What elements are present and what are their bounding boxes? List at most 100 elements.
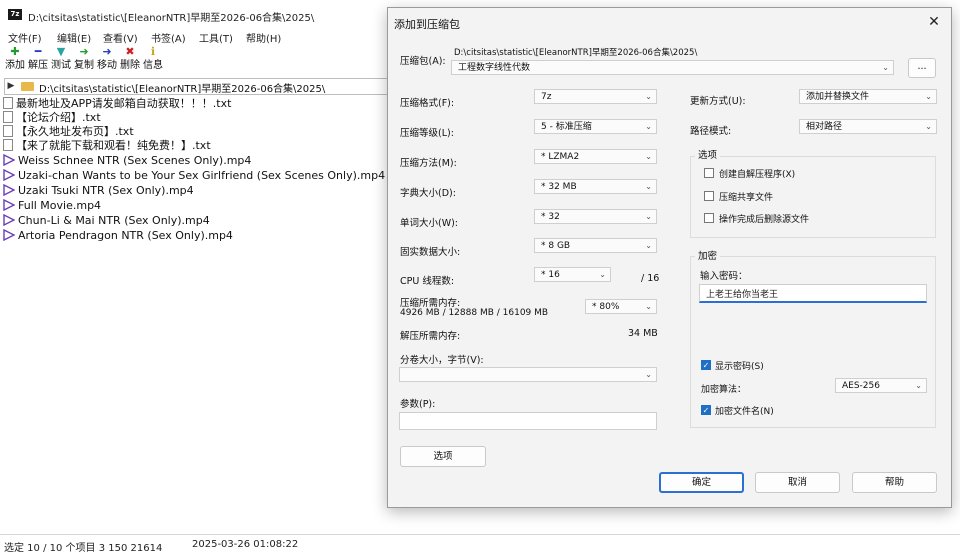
copy-label: 复制: [74, 60, 94, 71]
delete-x-icon: ✖: [125, 45, 135, 58]
list-item[interactable]: 【论坛介绍】.txt: [3, 110, 101, 125]
up-folder-icon[interactable]: ▶: [5, 79, 17, 94]
list-item[interactable]: 【来了就能下载和观看！纯免费！】.txt: [3, 138, 211, 153]
extract-label: 解压: [28, 60, 48, 71]
move-arrow-icon: ➜: [102, 45, 112, 58]
file-name: 【论坛介绍】.txt: [16, 111, 101, 124]
ok-button[interactable]: 确定: [659, 472, 744, 493]
params-input[interactable]: [399, 412, 657, 430]
path-mode-value: 相对路径: [806, 122, 843, 132]
word-select[interactable]: * 32 ⌄: [534, 209, 657, 224]
help-button[interactable]: 帮助: [852, 472, 937, 493]
video-file-icon: [3, 169, 15, 181]
file-name: Artoria Pendragon NTR (Sex Only).mp4: [18, 229, 233, 242]
cpu-total: / 16: [641, 273, 660, 284]
list-item[interactable]: Uzaki-chan Wants to be Your Sex Girlfrie…: [3, 168, 385, 183]
chevron-down-icon: ⌄: [645, 241, 652, 250]
dict-select[interactable]: * 32 MB ⌄: [534, 179, 657, 194]
toolbar: ✚ 添加 ━ 解压 ▼ 测试 ➜ 复制 ➜ 移动 ✖ 删除 ℹ 信息: [0, 46, 400, 74]
menu-tools[interactable]: 工具(T): [199, 30, 233, 45]
text-file-icon: [3, 111, 13, 123]
dict-value: * 32 MB: [541, 182, 577, 192]
sfx-checkbox[interactable]: [704, 168, 714, 178]
path-mode-select[interactable]: 相对路径 ⌄: [799, 119, 937, 134]
address-bar[interactable]: ▶ D:\citsitas\statistic\[EleanorNTR]早期至2…: [4, 78, 391, 95]
chevron-down-icon: ⌄: [645, 92, 652, 101]
path-mode-label: 路径模式:: [690, 126, 732, 137]
show-password-label: 显示密码(S): [715, 362, 764, 372]
list-item[interactable]: Chun-Li & Mai NTR (Sex Only).mp4: [3, 213, 210, 228]
method-label: 压缩方法(M):: [400, 158, 457, 169]
folder-icon: [21, 82, 34, 91]
extract-button[interactable]: ━ 解压: [27, 46, 49, 72]
browse-button[interactable]: ...: [908, 58, 936, 78]
method-value: * LZMA2: [541, 152, 580, 162]
menu-help[interactable]: 帮助(H): [246, 30, 281, 45]
menu-file[interactable]: 文件(F): [8, 30, 42, 45]
archive-name-combo[interactable]: 工程数字线性代数 ⌄: [451, 60, 894, 75]
encrypt-names-label: 加密文件名(N): [715, 407, 774, 417]
file-name: Uzaki-chan Wants to be Your Sex Girlfrie…: [18, 169, 386, 182]
video-file-icon: [3, 214, 15, 226]
options-button[interactable]: 选项: [400, 446, 486, 467]
text-file-icon: [3, 139, 13, 151]
list-item[interactable]: Uzaki Tsuki NTR (Sex Only).mp4: [3, 183, 194, 198]
sfx-label: 创建自解压程序(X): [719, 170, 796, 180]
list-item[interactable]: Full Movie.mp4: [3, 198, 101, 213]
level-value: 5 - 标准压缩: [541, 122, 592, 132]
video-file-icon: [3, 154, 15, 166]
status-selection: 选定 10 / 10 个项目 3 150 21614: [4, 543, 163, 554]
format-select[interactable]: 7z ⌄: [534, 89, 657, 104]
shared-files-label: 压缩共享文件: [719, 193, 774, 203]
chevron-down-icon: ⌄: [925, 122, 932, 131]
file-name: 【来了就能下载和观看！纯免费！】.txt: [16, 139, 211, 152]
solid-select[interactable]: * 8 GB ⌄: [534, 238, 657, 253]
delete-button[interactable]: ✖ 删除: [119, 46, 141, 72]
info-button[interactable]: ℹ 信息: [142, 46, 164, 72]
options-group-title: 选项: [695, 147, 721, 161]
text-file-icon: [3, 125, 13, 137]
list-item[interactable]: 最新地址及APP请发邮箱自动获取！！！.txt: [3, 96, 231, 111]
menu-edit[interactable]: 编辑(E): [57, 30, 91, 45]
encrypt-names-checkbox[interactable]: ✓: [701, 405, 711, 415]
menu-bookmarks[interactable]: 书签(A): [151, 30, 186, 45]
close-icon[interactable]: ✕: [924, 13, 944, 31]
shared-files-checkbox[interactable]: [704, 191, 714, 201]
split-select[interactable]: ⌄: [399, 367, 657, 382]
password-input[interactable]: 上老王给你当老王: [699, 284, 927, 303]
info-label: 信息: [143, 60, 163, 71]
window-title: D:\citsitas\statistic\[EleanorNTR]早期至202…: [28, 13, 315, 24]
chevron-down-icon: ⌄: [645, 302, 652, 311]
list-item[interactable]: Artoria Pendragon NTR (Sex Only).mp4: [3, 228, 233, 243]
encrypt-method-value: AES-256: [842, 381, 880, 391]
file-name: Full Movie.mp4: [18, 199, 102, 212]
test-button[interactable]: ▼ 测试: [50, 46, 72, 72]
plus-icon: ✚: [10, 45, 20, 58]
file-name: 最新地址及APP请发邮箱自动获取！！！.txt: [16, 97, 232, 110]
video-file-icon: [3, 229, 15, 241]
cpu-select[interactable]: * 16 ⌄: [534, 267, 611, 282]
update-label: 更新方式(U):: [690, 96, 746, 107]
method-select[interactable]: * LZMA2 ⌄: [534, 149, 657, 164]
update-select[interactable]: 添加并替换文件 ⌄: [799, 89, 937, 104]
level-select[interactable]: 5 - 标准压缩 ⌄: [534, 119, 657, 134]
update-value: 添加并替换文件: [806, 92, 870, 102]
show-password-checkbox[interactable]: ✓: [701, 360, 711, 370]
list-item[interactable]: 【永久地址发布页】.txt: [3, 124, 134, 139]
cancel-button[interactable]: 取消: [755, 472, 840, 493]
memory-percent-select[interactable]: * 80% ⌄: [585, 299, 657, 314]
encrypt-method-label: 加密算法：: [701, 385, 747, 395]
menu-view[interactable]: 查看(V): [103, 30, 138, 45]
add-to-archive-dialog: 添加到压缩包 ✕ 压缩包(A): D:\citsitas\statistic\[…: [387, 7, 952, 508]
delete-after-checkbox[interactable]: [704, 213, 714, 223]
list-item[interactable]: Weiss Schnee NTR (Sex Scenes Only).mp4: [3, 153, 251, 168]
encrypt-method-select[interactable]: AES-256 ⌄: [835, 378, 927, 393]
copy-button[interactable]: ➜ 复制: [73, 46, 95, 72]
move-button[interactable]: ➜ 移动: [96, 46, 118, 72]
add-button[interactable]: ✚ 添加: [4, 46, 26, 72]
archive-name-value: 工程数字线性代数: [458, 63, 531, 73]
chevron-down-icon: ⌄: [882, 63, 889, 72]
format-label: 压缩格式(F):: [400, 98, 455, 109]
info-icon: ℹ: [150, 45, 156, 58]
status-bar: 选定 10 / 10 个项目 3 150 21614 2025-03-26 01…: [0, 534, 960, 555]
